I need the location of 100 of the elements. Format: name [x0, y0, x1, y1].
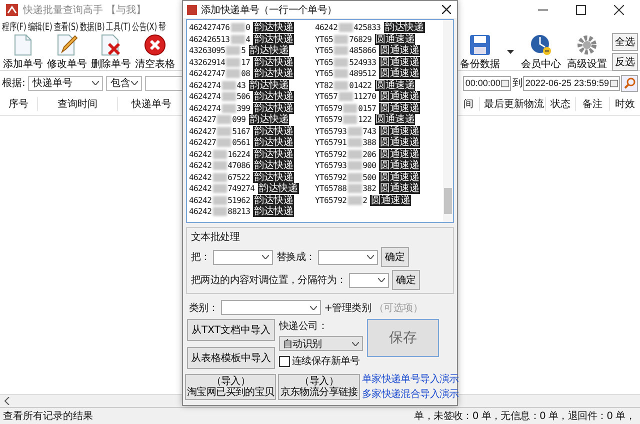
courier-name: 圆通速递	[374, 80, 416, 91]
tracking-number-end: 743	[362, 126, 376, 137]
tracking-number-end: 01422	[349, 80, 372, 91]
replace-label: 替换成：	[276, 250, 316, 264]
courier-name: 韵达快递	[253, 126, 294, 137]
tracking-number-end: 206	[362, 148, 376, 160]
tracking-number-end: 2	[362, 194, 368, 206]
courier-name: 韵达快递	[253, 148, 294, 160]
tracking-number-end: 485866	[349, 45, 376, 56]
window-title: 快递批量查询高手 【与我】	[23, 4, 146, 17]
courier-name: 圆通速递	[379, 148, 420, 160]
courier-name: 圆通速递	[379, 91, 420, 102]
checkbox-label: 连续保存新单号	[292, 354, 360, 368]
tracking-number-end: 382	[362, 183, 376, 194]
tracking-number-end: 88213	[228, 206, 250, 218]
tracking-number-end: 76829	[349, 34, 372, 45]
tracking-number-end: 749274	[228, 183, 255, 194]
tracking-number-end: 5	[241, 45, 246, 56]
tracking-number-end: 388	[362, 137, 376, 148]
courier-name: 韵达快递	[248, 80, 290, 91]
tracking-number-start: 4624274	[189, 91, 221, 102]
courier-name: 圆通速递	[379, 137, 420, 148]
tracking-number-start: 462427	[189, 137, 216, 148]
tracking-number-end: 4	[246, 34, 250, 45]
tracking-number-start: YT6579	[315, 102, 342, 114]
courier-name: 圆通速递	[379, 102, 420, 114]
tracking-number-end: 506	[236, 91, 250, 102]
optional-hint: （可选项）	[374, 302, 423, 314]
tracking-number-start: YT65788	[315, 183, 347, 194]
tracking-number-end: 524933	[349, 56, 376, 68]
courier-name: 韵达快递	[253, 91, 294, 102]
tracking-number-start: 462427	[189, 126, 216, 137]
tracking-number-end: 500	[362, 172, 376, 183]
tracking-number-end: 67522	[228, 172, 250, 183]
tracking-number-start: YT6579	[315, 114, 342, 126]
courier-name: 韵达快递	[253, 160, 294, 172]
tracking-number-start: 46242	[189, 194, 212, 206]
tracking-number-start: YT65	[315, 45, 334, 56]
courier-name: 圆通速递	[379, 56, 420, 68]
courier-name: 韵达快递	[253, 68, 294, 80]
courier-name: 韵达快递	[253, 172, 294, 183]
tracking-number-start: 462427	[189, 114, 216, 126]
tracking-number-end: 43	[236, 80, 246, 91]
tracking-number-end: 17	[241, 56, 250, 68]
tracking-number-start: YT65792	[315, 194, 347, 206]
tracking-number-end: 122	[358, 114, 372, 126]
tracking-number-start: 4624274	[189, 80, 221, 91]
courier-name: 圆通速递	[374, 34, 416, 45]
find-label: 把：	[191, 251, 210, 264]
tracking-number-start: YT657	[315, 91, 338, 102]
tracking-number-start: 46242	[189, 160, 212, 172]
status-text: 查看所有记录的结果	[3, 410, 93, 423]
status-counts: 单，未签收：0 单，无信息：0 单，退回件：0 单，	[414, 410, 636, 423]
tracking-number-start: 46242	[189, 183, 212, 194]
tracking-number-end: 47086	[228, 160, 250, 172]
courier-name: 韵达快递	[258, 183, 299, 194]
tracking-number-end: 399	[236, 102, 250, 114]
tracking-number-start: 46242	[315, 22, 338, 34]
courier-name: 韵达快递	[253, 22, 294, 34]
tracking-number-end: 0	[246, 22, 250, 34]
tracking-number-start: 462427476	[189, 22, 230, 34]
tracking-number-start: YT65	[315, 34, 334, 45]
courier-name: 韵达快递	[253, 206, 294, 218]
tracking-number-start: YT65793	[315, 160, 347, 172]
courier-name: 韵达快递	[248, 45, 290, 56]
courier-name: 圆通速递	[379, 45, 420, 56]
courier-name: 韵达快递	[248, 114, 290, 126]
tracking-number-start: YT65792	[315, 148, 347, 160]
courier-name: 圆通速递	[374, 114, 416, 126]
to-label: 到	[512, 77, 522, 90]
courier-name: 韵达快递	[253, 194, 294, 206]
courier-name: 韵达快递	[253, 137, 294, 148]
tracking-number-start: 46242	[189, 148, 212, 160]
filter-label: 根据:	[2, 76, 26, 90]
courier-name: 圆通速递	[379, 160, 420, 172]
tracking-number-end: 11270	[354, 91, 376, 102]
tracking-number-end: 489512	[349, 68, 376, 80]
tracking-number-end: 425833	[354, 22, 381, 34]
courier-name: 圆通速递	[379, 68, 420, 80]
courier-name: 圆通速递	[379, 183, 420, 194]
tracking-number-start: YT65	[315, 68, 334, 80]
tracking-number-end: 16224	[228, 148, 250, 160]
category-label: 类别：	[189, 302, 218, 314]
tracking-number-start: 46242	[189, 172, 212, 183]
tracking-number-end: 5167	[232, 126, 250, 137]
courier-name: 圆通速递	[379, 126, 420, 137]
tracking-number-start: YT65791	[315, 137, 347, 148]
courier-name: 韵达快递	[253, 34, 294, 45]
courier-name: 圆通速递	[379, 172, 420, 183]
tracking-number-start: 43263095	[189, 45, 226, 56]
tracking-number-start: 462426513	[189, 34, 230, 45]
tracking-number-start: 4624274	[189, 102, 221, 114]
tracking-number-start: YT82	[315, 80, 334, 91]
courier-name: 韵达快递	[253, 56, 294, 68]
swap-label: 把两边的内容对调位置，分隔符为：	[191, 274, 346, 287]
group-title: 文本批处理	[191, 230, 241, 244]
dialog-title: 添加快递单号（一行一个单号）	[201, 4, 337, 16]
tracking-number-end: 900	[362, 160, 376, 172]
tracking-number-end: 0561	[232, 137, 250, 148]
tracking-number-end: 51962	[228, 194, 250, 206]
